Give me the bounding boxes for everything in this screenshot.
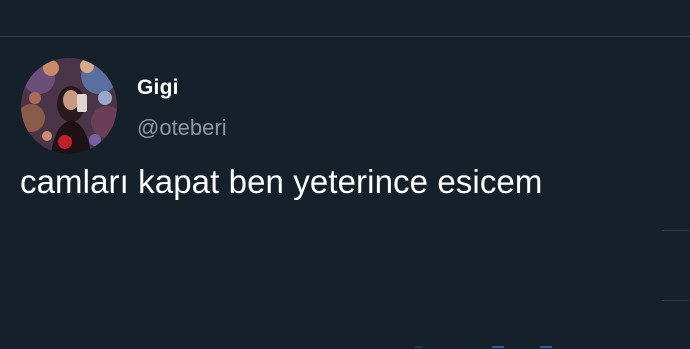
divider-fragment <box>662 300 690 301</box>
avatar[interactable] <box>21 58 117 154</box>
tweet-text: camları kapat ben yeterince esicem <box>20 163 543 200</box>
bottom-edge-mark <box>415 346 423 348</box>
author-handle[interactable]: @oteberi <box>137 115 227 141</box>
tweet-card[interactable]: Gigi @oteberi camları kapat ben yeterinc… <box>0 37 690 349</box>
divider-fragment <box>662 230 690 231</box>
bottom-edge-mark <box>540 346 552 348</box>
tweet-page: Gigi @oteberi camları kapat ben yeterinc… <box>0 0 690 349</box>
author-display-name[interactable]: Gigi <box>137 75 227 101</box>
bottom-edge-mark <box>492 346 504 348</box>
avatar-image <box>21 58 117 154</box>
author-block: Gigi @oteberi <box>137 75 227 141</box>
